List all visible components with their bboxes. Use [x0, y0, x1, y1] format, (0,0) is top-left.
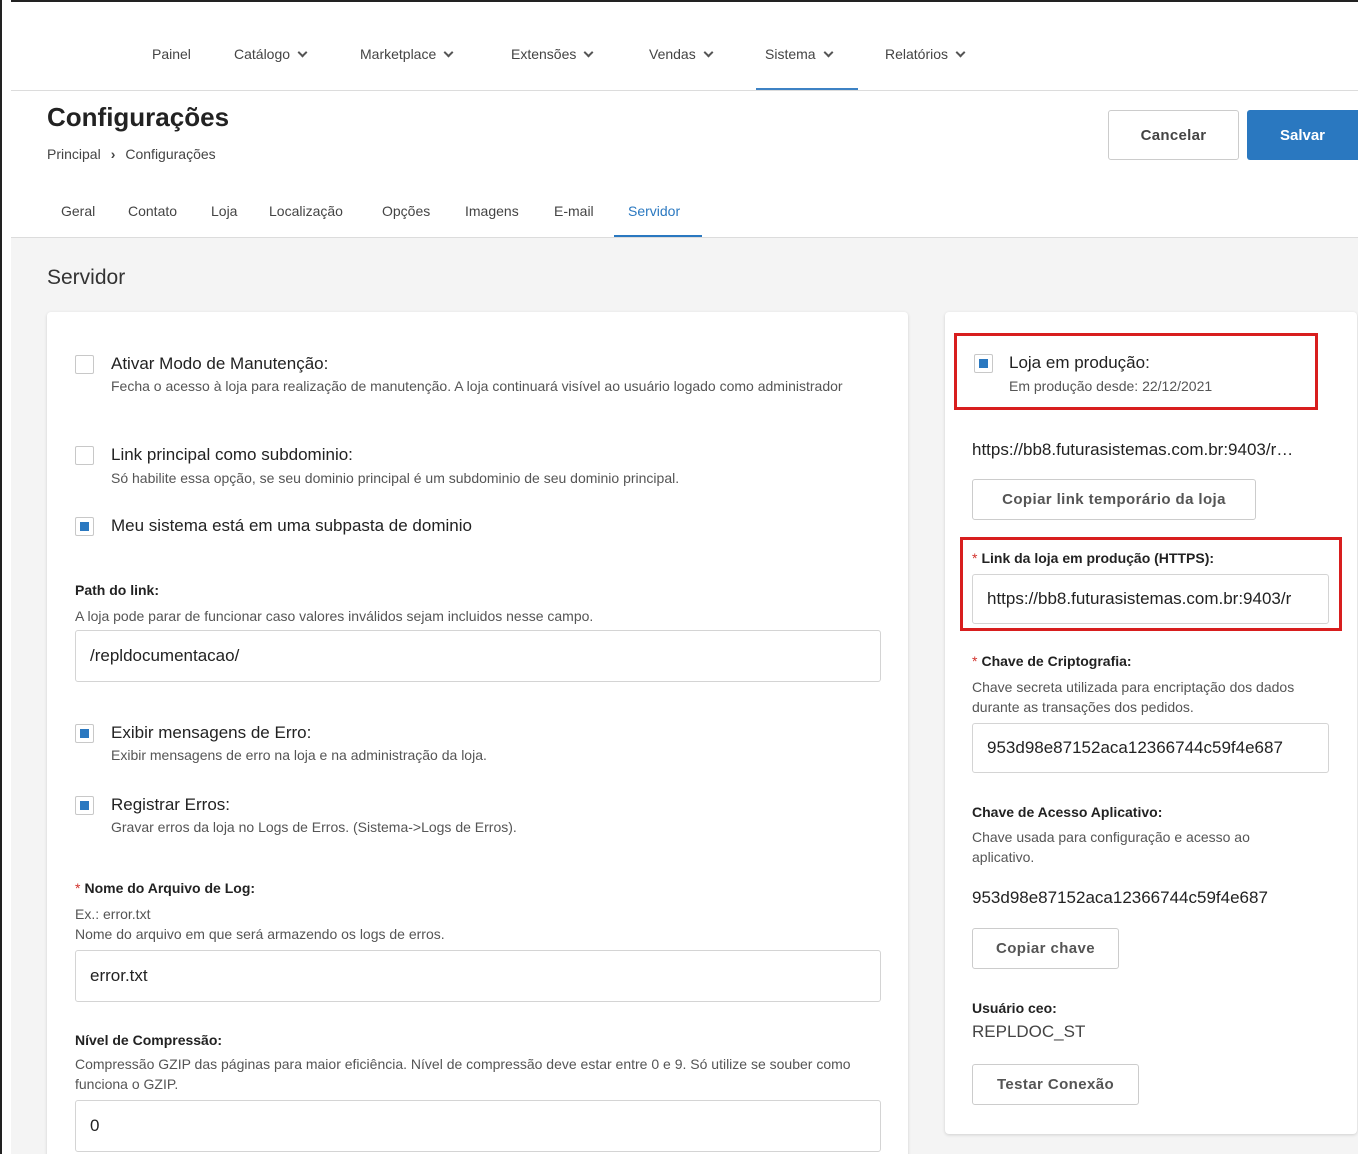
window-left-border: [0, 0, 11, 1154]
nav-item-marketplace[interactable]: Marketplace: [360, 46, 454, 62]
chevron-down-icon: [297, 47, 308, 58]
breadcrumb-item-configuracoes: Configurações: [125, 146, 216, 162]
tab-opcoes[interactable]: Opções: [382, 203, 430, 219]
app-key-value: 953d98e87152aca12366744c59f4e687: [972, 888, 1268, 907]
crypto-help: Chave secreta utilizada para encriptação…: [972, 679, 1295, 715]
tab-servidor[interactable]: Servidor: [628, 203, 680, 219]
save-button[interactable]: Salvar: [1247, 110, 1358, 160]
log-file-help: Nome do arquivo em que será armazendo os…: [75, 926, 445, 942]
page-title: Configurações: [47, 102, 230, 132]
subdomain-label: Link principal como subdominio:: [111, 445, 353, 464]
maintenance-label: Ativar Modo de Manutenção:: [111, 354, 329, 373]
temp-store-link: https://bb8.futurasistemas.com.br:9403/r…: [972, 440, 1294, 459]
ceo-user-value: REPLDOC_ST: [972, 1022, 1086, 1041]
log-file-example: Ex.: error.txt: [75, 906, 151, 922]
highlight-box-prod-link: [960, 537, 1342, 631]
chevron-down-icon: [703, 47, 714, 58]
server-settings-panel: Ativar Modo de Manutenção: Fecha o acess…: [47, 312, 908, 1154]
ceo-user-label: Usuário ceo:: [972, 1000, 1057, 1016]
show-errors-checkbox[interactable]: [75, 724, 94, 743]
nav-item-relatorios[interactable]: Relatórios: [885, 46, 966, 62]
subfolder-label: Meu sistema está em uma subpasta de domi…: [111, 516, 472, 535]
maintenance-checkbox[interactable]: [75, 355, 94, 374]
log-errors-label: Registrar Erros:: [111, 795, 231, 814]
nav-active-indicator: [756, 88, 858, 90]
log-errors-desc: Gravar erros da loja no Logs de Erros. (…: [111, 819, 517, 835]
chevron-down-icon: [823, 47, 834, 58]
required-marker: *: [972, 653, 978, 669]
tab-email[interactable]: E-mail: [554, 203, 594, 219]
log-file-label: * Nome do Arquivo de Log:: [75, 880, 256, 896]
required-marker: *: [75, 880, 81, 896]
page-header: Configurações Principal › Configurações Ca…: [11, 91, 1358, 238]
path-label: Path do link:: [75, 582, 159, 598]
breadcrumb-item-principal[interactable]: Principal: [47, 146, 101, 162]
tab-active-indicator: [614, 235, 702, 237]
app-key-help: Chave usada para configuração e acesso a…: [972, 829, 1250, 865]
chevron-down-icon: [443, 47, 454, 58]
section-title: Servidor: [47, 266, 126, 289]
compression-help: Compressão GZIP das páginas para maior e…: [75, 1056, 851, 1092]
log-errors-checkbox[interactable]: [75, 796, 94, 815]
path-help: A loja pode parar de funcionar caso valo…: [75, 608, 594, 624]
show-errors-desc: Exibir mensagens de erro na loja e na ad…: [111, 747, 487, 763]
chevron-down-icon: [583, 47, 594, 58]
highlight-box-production: [954, 333, 1318, 410]
crypto-label: * Chave de Criptografia:: [972, 653, 1132, 669]
store-settings-panel: Loja em produção: Em produção desde: 22/…: [945, 312, 1357, 1134]
test-connection-button[interactable]: Testar Conexão: [972, 1064, 1139, 1105]
compression-label: Nível de Compressão:: [75, 1032, 223, 1048]
nav-item-extensoes[interactable]: Extensões: [511, 46, 594, 62]
maintenance-desc: Fecha o acesso à loja para realização de…: [111, 378, 843, 394]
tab-loja[interactable]: Loja: [211, 203, 237, 219]
show-errors-label: Exibir mensagens de Erro:: [111, 723, 312, 742]
tab-localizacao[interactable]: Localização: [269, 203, 343, 219]
chevron-down-icon: [955, 47, 966, 58]
top-navigation: Painel Catálogo Marketplace Extensões Ve…: [11, 12, 1358, 91]
subdomain-checkbox[interactable]: [75, 446, 94, 465]
nav-item-vendas[interactable]: Vendas: [649, 46, 714, 62]
nav-item-catalogo[interactable]: Catálogo: [234, 46, 308, 62]
copy-key-button[interactable]: Copiar chave: [972, 928, 1119, 969]
tab-contato[interactable]: Contato: [128, 203, 177, 219]
subfolder-checkbox[interactable]: [75, 517, 94, 536]
copy-temp-link-button[interactable]: Copiar link temporário da loja: [972, 479, 1256, 520]
nav-item-painel[interactable]: Painel: [152, 46, 191, 62]
subdomain-desc: Só habilite essa opção, se seu dominio p…: [111, 470, 680, 486]
tab-imagens[interactable]: Imagens: [465, 203, 519, 219]
path-input[interactable]: /repldocumentacao/: [75, 630, 881, 682]
log-file-input[interactable]: error.txt: [75, 950, 881, 1002]
app-key-label: Chave de Acesso Aplicativo:: [972, 804, 1163, 820]
breadcrumb: Principal › Configurações: [47, 146, 216, 162]
window-top-border: [0, 0, 1358, 12]
nav-item-sistema[interactable]: Sistema: [765, 46, 834, 62]
compression-input[interactable]: 0: [75, 1100, 881, 1152]
tab-geral[interactable]: Geral: [61, 203, 95, 219]
cancel-button[interactable]: Cancelar: [1108, 110, 1239, 160]
crypto-input[interactable]: 953d98e87152aca12366744c59f4e687: [972, 723, 1329, 773]
breadcrumb-chevron-icon: ›: [110, 146, 116, 162]
